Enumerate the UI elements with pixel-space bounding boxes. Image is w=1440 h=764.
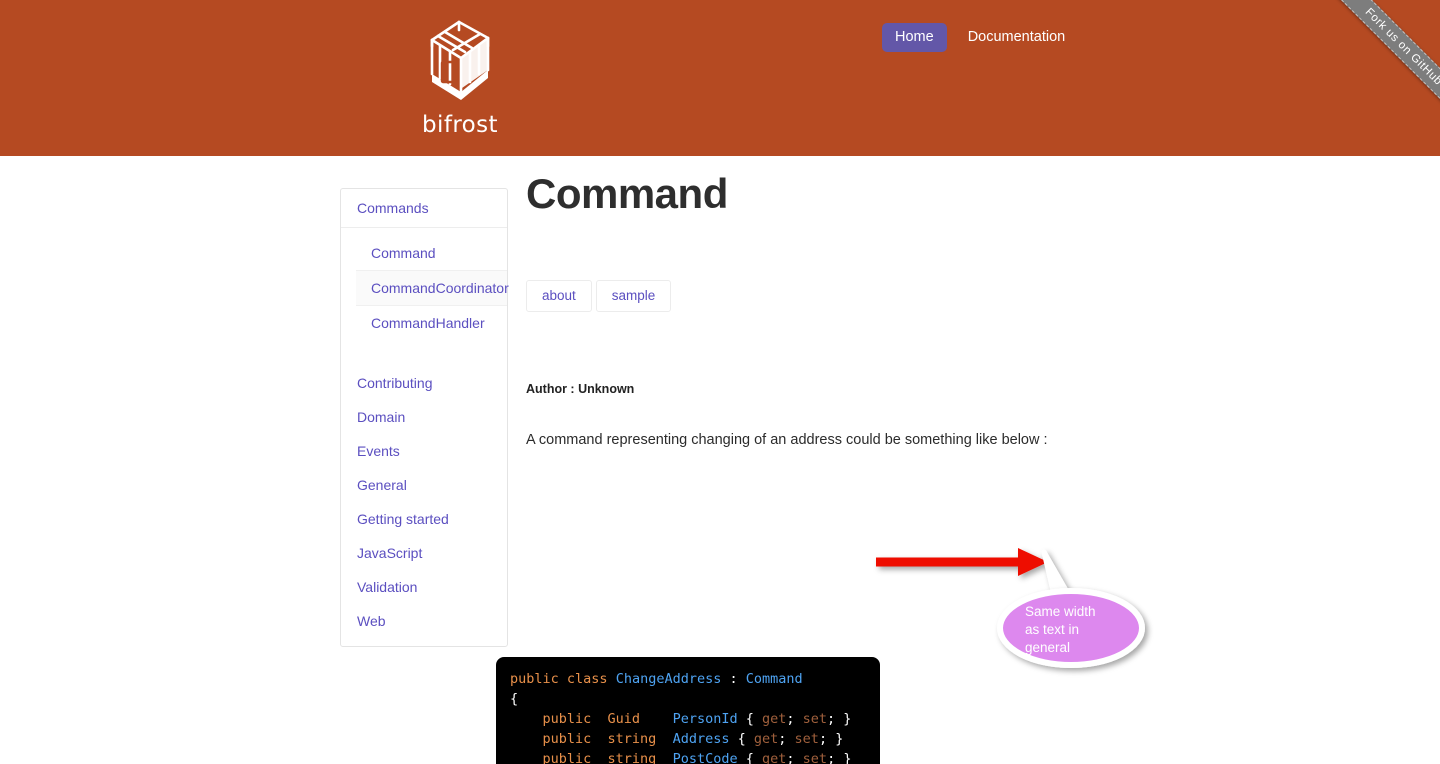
tab-sample[interactable]: sample xyxy=(595,280,672,312)
main-content: Command about sample Author : Unknown A … xyxy=(526,156,1166,448)
docs-sidebar: Commands Command CommandCoordinator Comm… xyxy=(340,188,509,647)
sidebar-item-domain[interactable]: Domain xyxy=(341,400,507,434)
sidebar-item-contributing[interactable]: Contributing xyxy=(341,366,507,400)
sidebar-item-command[interactable]: Command xyxy=(356,236,507,270)
sidebar-item-getting-started[interactable]: Getting started xyxy=(341,502,507,536)
nav-item-home[interactable]: Home xyxy=(882,23,947,52)
sidebar-item-validation[interactable]: Validation xyxy=(341,570,507,604)
page-body: Commands Command CommandCoordinator Comm… xyxy=(0,156,1440,764)
nav-item-documentation[interactable]: Documentation xyxy=(955,23,1079,52)
sidebar-list: Command CommandCoordinator CommandHandle… xyxy=(341,228,509,638)
brand[interactable]: bifrost xyxy=(350,0,570,156)
sidebar-item-general[interactable]: General xyxy=(341,468,507,502)
github-ribbon-label: Fork us on GitHub xyxy=(1319,0,1440,131)
site-header: bifrost Home Documentation Fork us on Gi… xyxy=(0,0,1440,156)
author-line: Author : Unknown xyxy=(526,381,635,396)
github-ribbon[interactable]: Fork us on GitHub xyxy=(1290,0,1440,150)
main-nav: Home Documentation xyxy=(882,23,1078,52)
sidebar-sublist-commands: Command CommandCoordinator CommandHandle… xyxy=(341,236,509,340)
sidebar-item-commandcoordinator[interactable]: CommandCoordinator xyxy=(356,270,509,306)
page-title: Command xyxy=(526,170,728,217)
sidebar-item-javascript[interactable]: JavaScript xyxy=(341,536,507,570)
sidebar-item-events[interactable]: Events xyxy=(341,434,507,468)
house-frame-logo-icon xyxy=(412,12,508,108)
paragraph-intro: A command representing changing of an ad… xyxy=(526,431,1048,448)
sidebar-section-commands[interactable]: Commands xyxy=(341,189,507,228)
sidebar-item-commandhandler[interactable]: CommandHandler xyxy=(356,306,507,340)
brand-name: bifrost xyxy=(422,112,498,138)
code-block-change-address: public class ChangeAddress : Command { p… xyxy=(496,656,880,764)
content-tabs: about sample xyxy=(526,280,1166,312)
tab-about[interactable]: about xyxy=(526,280,592,312)
sidebar-item-web[interactable]: Web xyxy=(341,604,507,638)
